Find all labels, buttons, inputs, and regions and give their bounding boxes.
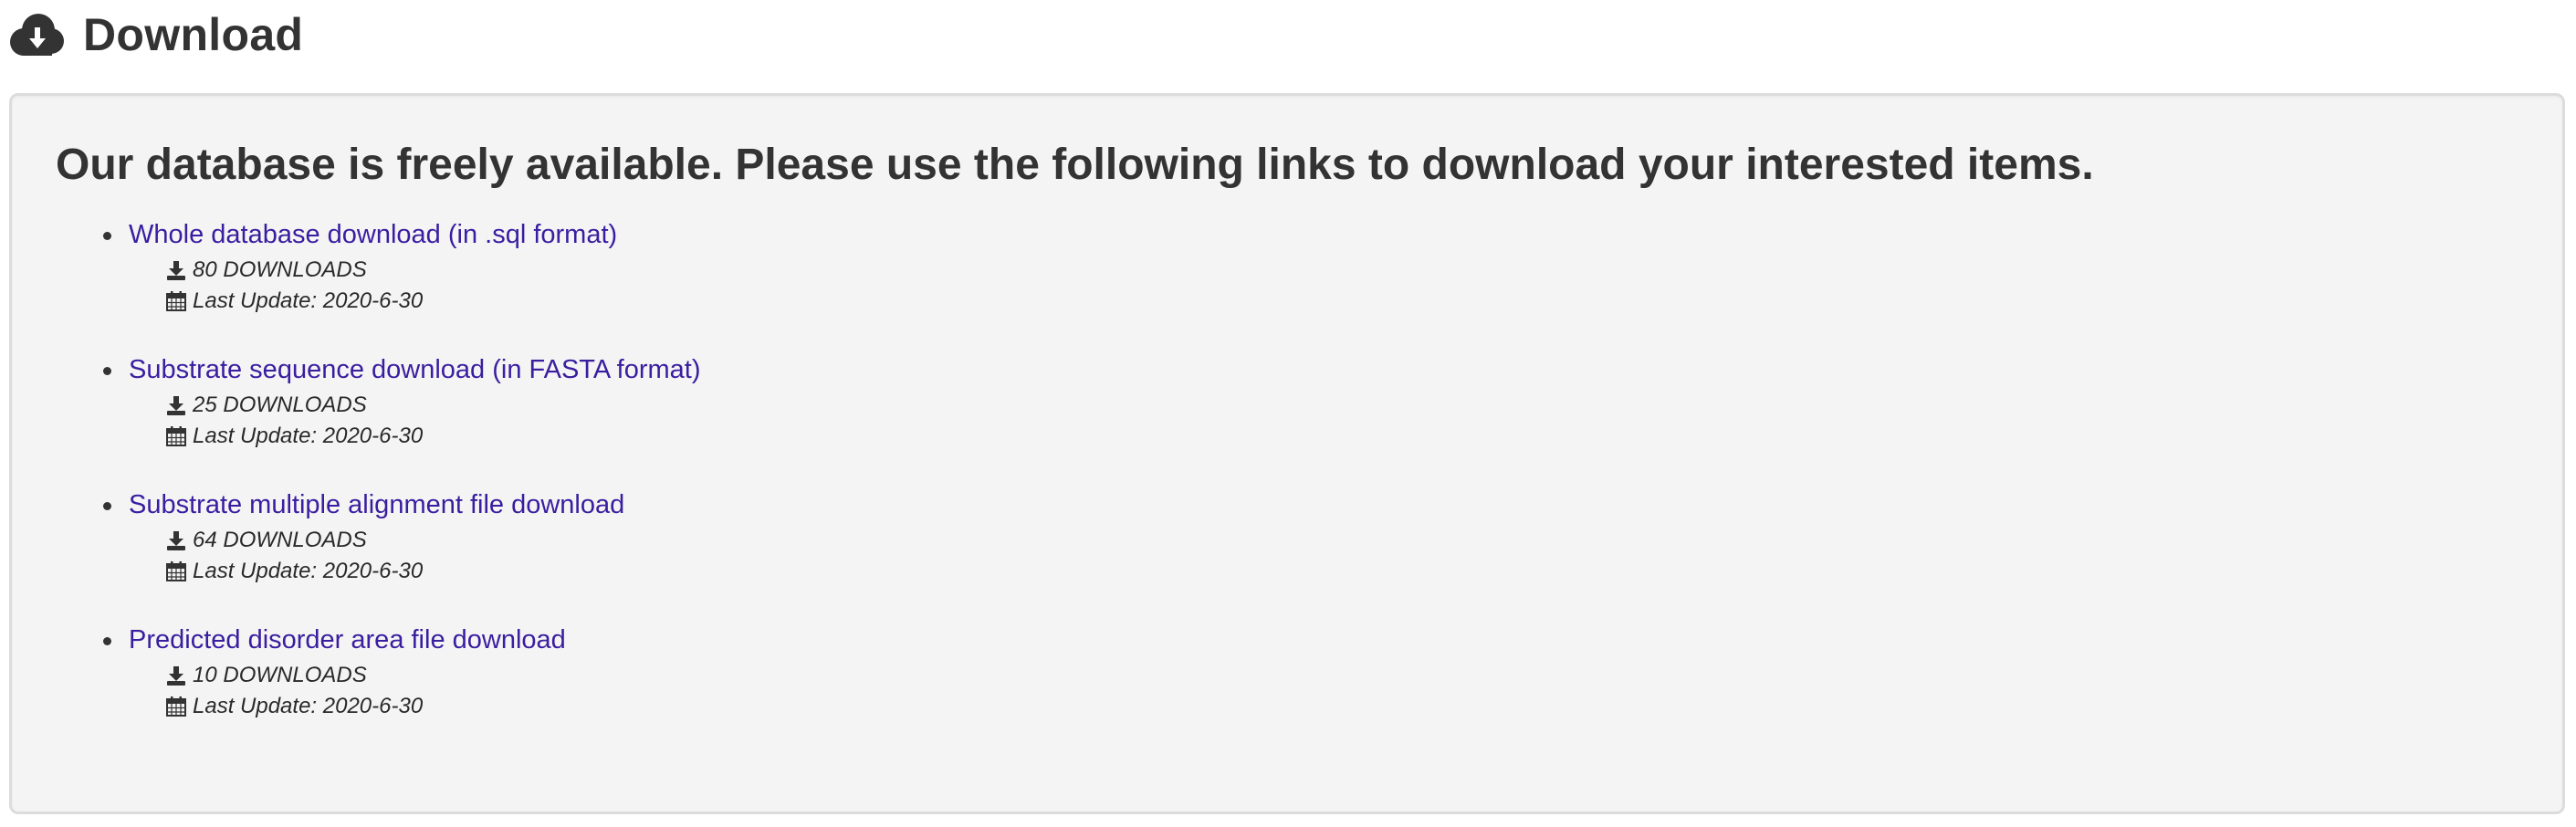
last-update-text: Last Update: 2020-6-30 xyxy=(193,288,424,313)
last-update: Last Update: 2020-6-30 xyxy=(129,691,701,722)
download-count-text: 25 DOWNLOADS xyxy=(193,393,367,417)
download-list: Whole database download (in .sql format)… xyxy=(58,215,701,755)
download-count: 64 DOWNLOADS xyxy=(129,525,701,556)
download-icon xyxy=(167,666,185,686)
list-item: Whole database download (in .sql format)… xyxy=(58,215,701,350)
last-update: Last Update: 2020-6-30 xyxy=(129,556,701,587)
download-count-text: 10 DOWNLOADS xyxy=(193,663,367,687)
page-title: Download xyxy=(83,9,304,60)
last-update-text: Last Update: 2020-6-30 xyxy=(193,559,424,583)
bullet xyxy=(103,232,111,240)
disorder-area-download-link[interactable]: Predicted disorder area file download xyxy=(129,620,701,660)
download-count: 25 DOWNLOADS xyxy=(129,390,701,421)
bullet xyxy=(103,367,111,375)
download-count-text: 80 DOWNLOADS xyxy=(193,257,367,282)
download-panel: Our database is freely available. Please… xyxy=(9,93,2565,814)
list-item: Substrate multiple alignment file downlo… xyxy=(58,485,701,620)
last-update: Last Update: 2020-6-30 xyxy=(129,421,701,452)
download-count: 80 DOWNLOADS xyxy=(129,255,701,286)
calendar-icon xyxy=(166,426,186,446)
calendar-icon xyxy=(166,561,186,581)
last-update: Last Update: 2020-6-30 xyxy=(129,286,701,317)
substrate-sequence-download-link[interactable]: Substrate sequence download (in FASTA fo… xyxy=(129,350,701,390)
download-count-text: 64 DOWNLOADS xyxy=(193,528,367,552)
download-icon xyxy=(167,396,185,415)
last-update-text: Last Update: 2020-6-30 xyxy=(193,424,424,448)
calendar-icon xyxy=(166,696,186,717)
download-icon xyxy=(167,531,185,550)
list-item: Predicted disorder area file download 10… xyxy=(58,620,701,755)
substrate-alignment-download-link[interactable]: Substrate multiple alignment file downlo… xyxy=(129,485,701,525)
page-header: Download xyxy=(8,0,303,69)
bullet xyxy=(103,637,111,645)
download-count: 10 DOWNLOADS xyxy=(129,660,701,691)
whole-database-download-link[interactable]: Whole database download (in .sql format) xyxy=(129,215,701,255)
intro-text: Our database is freely available. Please… xyxy=(56,141,2094,189)
cloud-download-icon xyxy=(10,14,64,56)
download-icon xyxy=(167,261,185,280)
list-item: Substrate sequence download (in FASTA fo… xyxy=(58,350,701,485)
last-update-text: Last Update: 2020-6-30 xyxy=(193,694,424,718)
bullet xyxy=(103,502,111,510)
calendar-icon xyxy=(166,291,186,311)
